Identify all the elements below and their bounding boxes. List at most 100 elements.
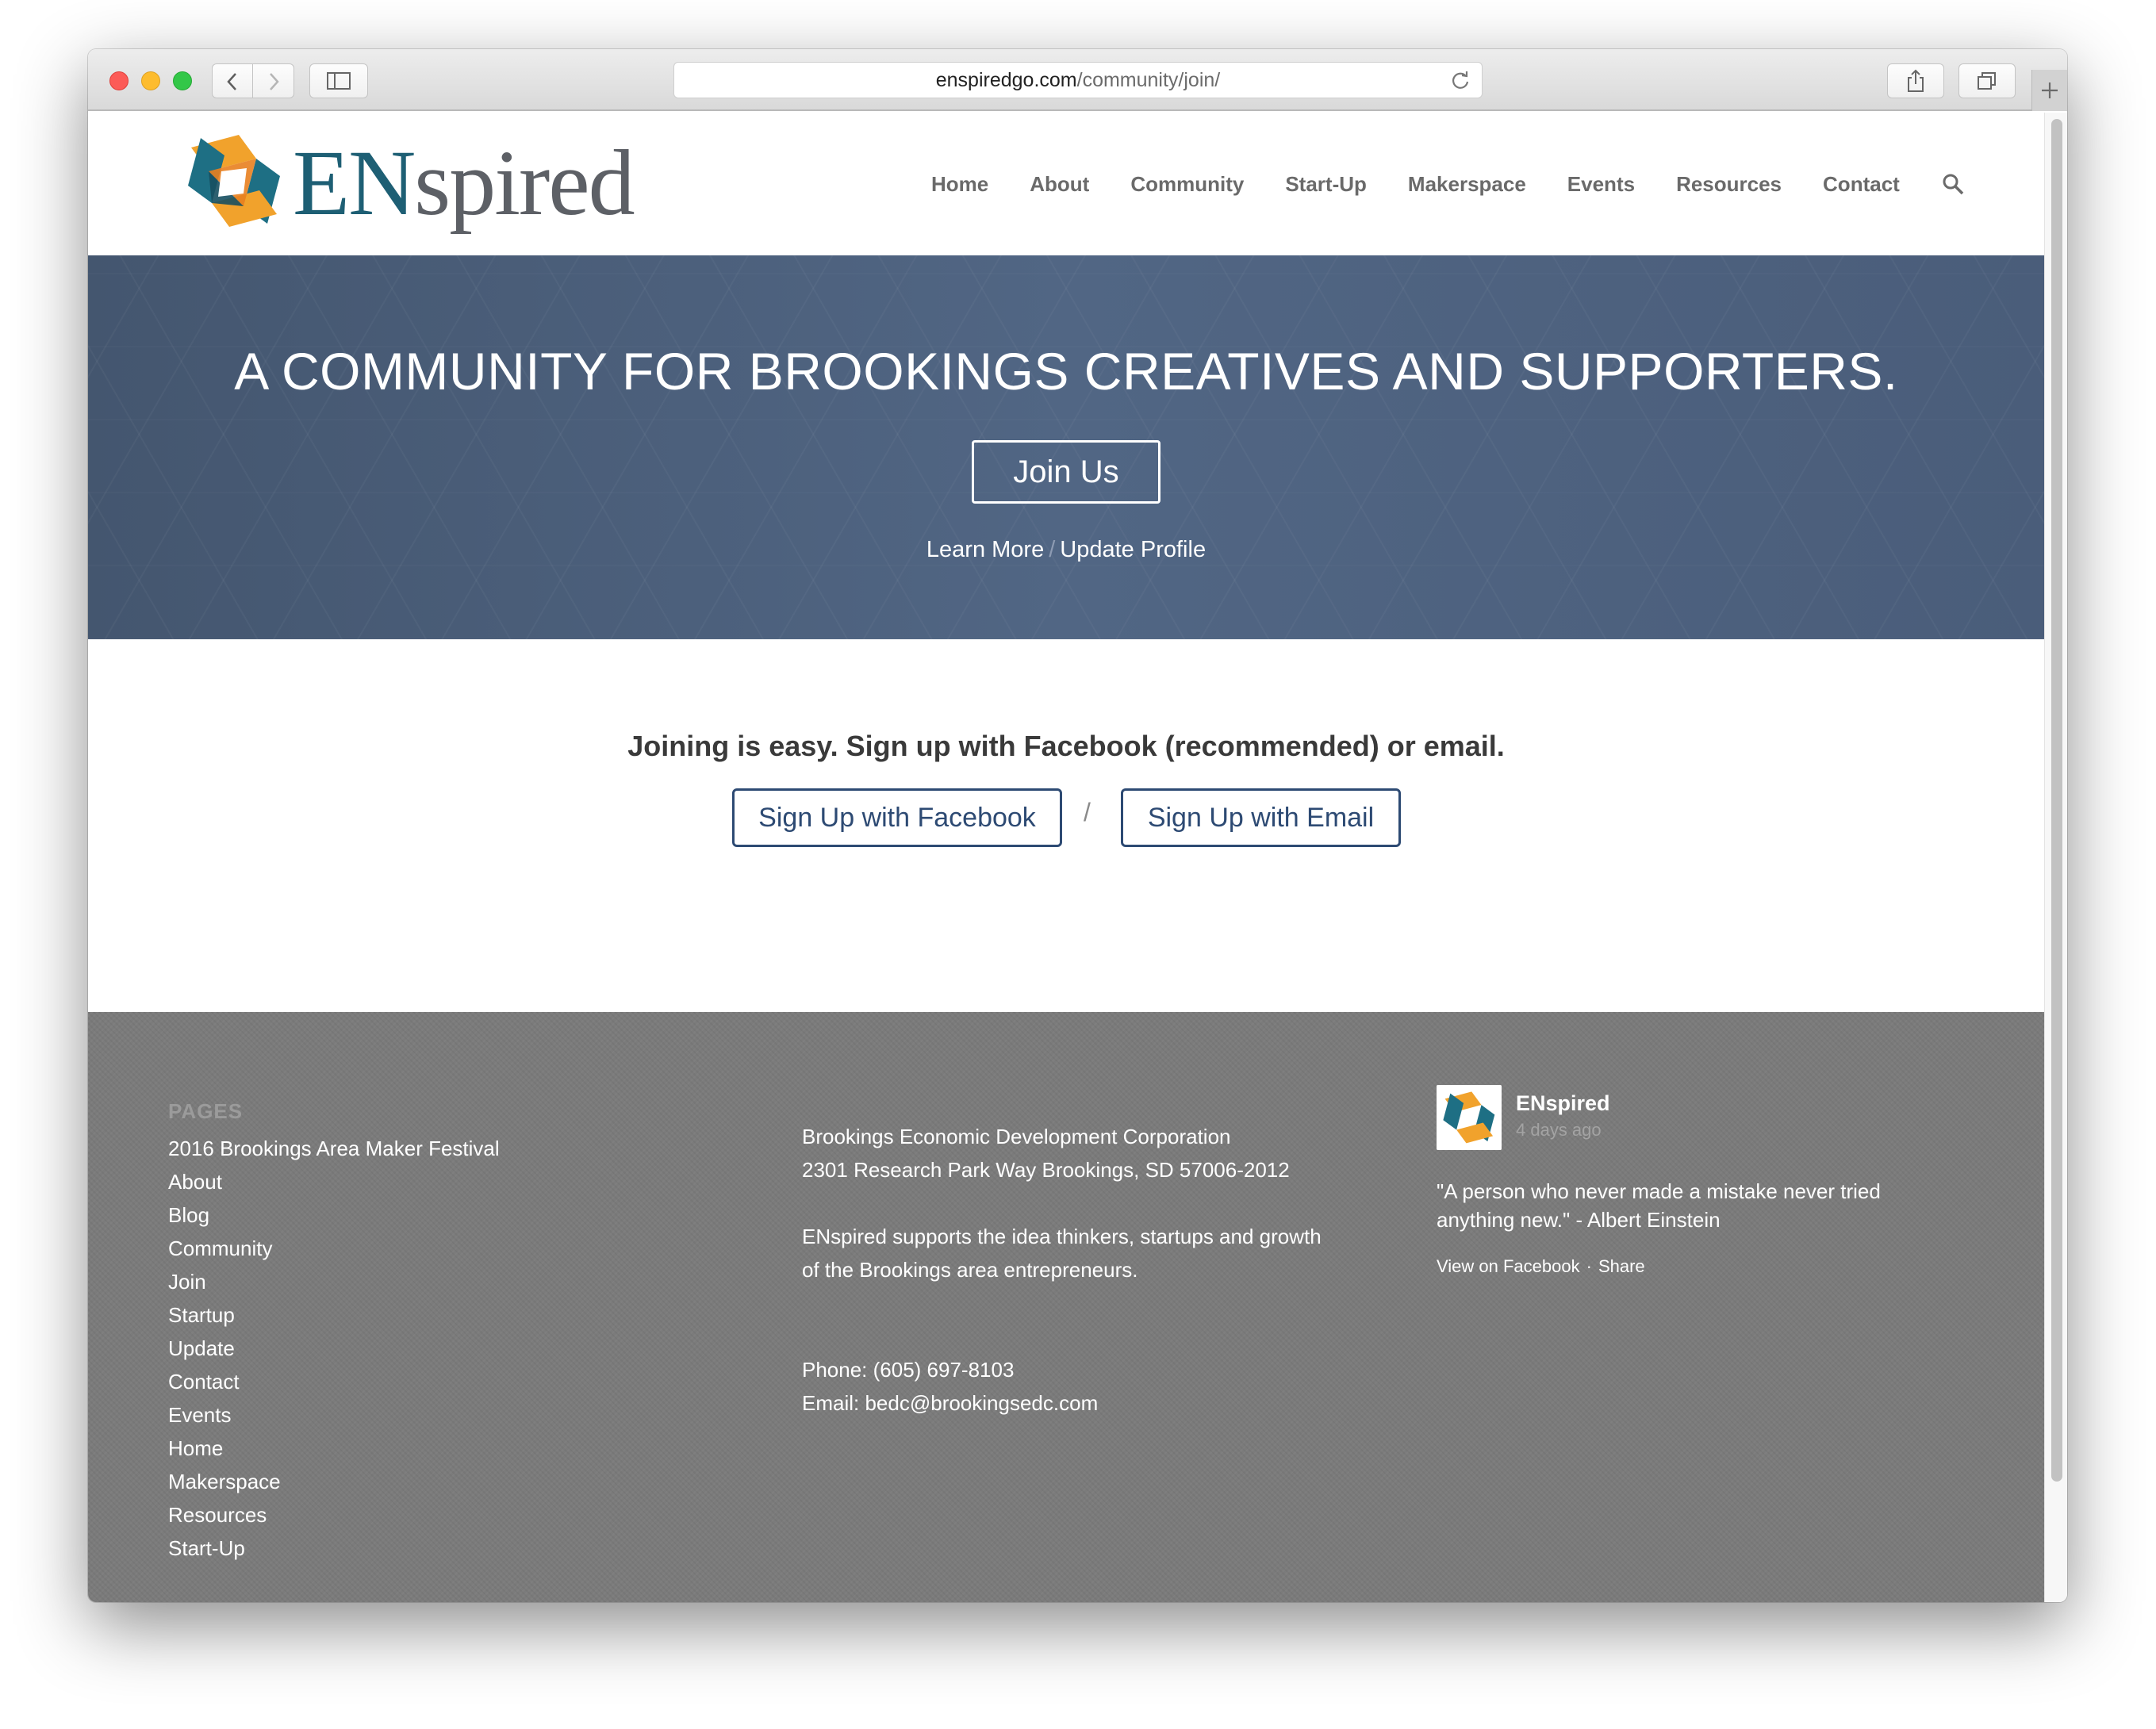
footer-page-link[interactable]: Community xyxy=(168,1236,272,1260)
main-nav: Home About Community Start-Up Makerspace… xyxy=(931,113,1965,255)
org-name: Brookings Economic Development Corporati… xyxy=(802,1125,1231,1148)
forward-button[interactable] xyxy=(253,63,294,98)
list-item: Start-Up xyxy=(168,1532,500,1565)
action-separator: · xyxy=(1586,1256,1592,1276)
list-item: About xyxy=(168,1165,500,1198)
site-footer: PAGES 2016 Brookings Area Maker Festival… xyxy=(88,1012,2044,1602)
footer-description: ENspired supports the idea thinkers, sta… xyxy=(802,1220,1322,1286)
signup-facebook-button[interactable]: Sign Up with Facebook xyxy=(732,788,1062,847)
list-item: Home xyxy=(168,1432,500,1465)
hero-banner: A COMMUNITY FOR BROOKINGS CREATIVES AND … xyxy=(88,255,2044,639)
tabs-icon xyxy=(1978,72,1996,90)
nav-item-makerspace[interactable]: Makerspace xyxy=(1408,172,1526,197)
enspired-logo-mark xyxy=(188,135,280,227)
list-item: Community xyxy=(168,1232,500,1265)
list-item: 2016 Brookings Area Maker Festival xyxy=(168,1132,500,1165)
hero-link-separator: / xyxy=(1049,537,1056,562)
sidebar-toggle-button[interactable] xyxy=(309,63,368,98)
footer-page-link[interactable]: About xyxy=(168,1170,222,1194)
footer-contact: Phone: (605) 697-8103 Email: bedc@brooki… xyxy=(802,1353,1322,1420)
url-domain: enspiredgo.com xyxy=(935,69,1077,91)
list-item: Join xyxy=(168,1265,500,1298)
tab-overview-button[interactable] xyxy=(1958,63,2016,98)
new-tab-button[interactable] xyxy=(2031,70,2067,111)
list-item: Events xyxy=(168,1398,500,1432)
nav-item-contact[interactable]: Contact xyxy=(1823,172,1900,197)
search-icon[interactable] xyxy=(1941,172,1965,196)
hero-links: Learn More / Update Profile xyxy=(88,537,2044,563)
list-item: Blog xyxy=(168,1198,500,1232)
share-link[interactable]: Share xyxy=(1598,1256,1645,1276)
signup-section: Joining is easy. Sign up with Facebook (… xyxy=(88,639,2044,964)
footer-pages-column: PAGES 2016 Brookings Area Maker Festival… xyxy=(168,1099,500,1565)
share-icon xyxy=(1908,69,1924,92)
footer-info-column: Brookings Economic Development Corporati… xyxy=(802,1120,1322,1453)
scrollbar-thumb[interactable] xyxy=(2051,119,2062,1482)
list-item: Makerspace xyxy=(168,1465,500,1498)
reload-icon[interactable] xyxy=(1448,63,1472,98)
description-line-2: of the Brookings area entrepreneurs. xyxy=(802,1258,1138,1282)
nav-item-start-up[interactable]: Start-Up xyxy=(1285,172,1367,197)
org-address: 2301 Research Park Way Brookings, SD 570… xyxy=(802,1158,1290,1182)
facebook-page-name[interactable]: ENspired xyxy=(1516,1091,1610,1116)
back-button[interactable] xyxy=(212,63,253,98)
nav-item-about[interactable]: About xyxy=(1030,172,1089,197)
browser-toolbar: enspiredgo.com/community/join/ xyxy=(88,49,2067,111)
share-button[interactable] xyxy=(1887,63,1944,98)
update-profile-link[interactable]: Update Profile xyxy=(1060,537,1206,562)
pages-heading: PAGES xyxy=(168,1099,244,1123)
facebook-post-actions: View on Facebook · Share xyxy=(1437,1256,1645,1277)
footer-page-link[interactable]: Join xyxy=(168,1270,206,1294)
phone-text: Phone: (605) 697-8103 xyxy=(802,1358,1015,1382)
footer-page-link[interactable]: Blog xyxy=(168,1203,209,1227)
join-us-button[interactable]: Join Us xyxy=(972,440,1160,504)
footer-address-block: Brookings Economic Development Corporati… xyxy=(802,1120,1322,1187)
url-path: /community/join/ xyxy=(1076,69,1221,91)
nav-item-community[interactable]: Community xyxy=(1130,172,1244,197)
footer-page-link[interactable]: Startup xyxy=(168,1303,235,1327)
browser-window: enspiredgo.com/community/join/ ENspired … xyxy=(88,49,2067,1602)
logo-spired: spired xyxy=(414,131,635,235)
nav-item-events[interactable]: Events xyxy=(1567,172,1635,197)
footer-page-link[interactable]: Resources xyxy=(168,1503,267,1527)
logo-en: EN xyxy=(293,131,416,235)
footer-page-link[interactable]: Contact xyxy=(168,1370,240,1394)
chevron-left-icon xyxy=(227,73,236,90)
pages-list: 2016 Brookings Area Maker Festival About… xyxy=(168,1132,500,1565)
learn-more-link[interactable]: Learn More xyxy=(926,537,1044,562)
hero-title: A COMMUNITY FOR BROOKINGS CREATIVES AND … xyxy=(234,342,1898,401)
plus-icon xyxy=(2042,82,2058,98)
chevron-right-icon xyxy=(269,73,279,90)
footer-page-link[interactable]: Start-Up xyxy=(168,1536,245,1560)
site-header: ENspired Home About Community Start-Up M… xyxy=(88,113,2044,255)
footer-page-link[interactable]: Home xyxy=(168,1436,223,1460)
footer-page-link[interactable]: Makerspace xyxy=(168,1470,281,1493)
enspired-avatar[interactable] xyxy=(1437,1085,1502,1150)
footer-page-link[interactable]: Update xyxy=(168,1336,235,1360)
signup-separator: / xyxy=(1084,798,1091,826)
site-logo[interactable]: ENspired xyxy=(183,130,643,233)
signup-email-button[interactable]: Sign Up with Email xyxy=(1121,788,1401,847)
address-bar[interactable]: enspiredgo.com/community/join/ xyxy=(673,62,1483,98)
facebook-post-time: 4 days ago xyxy=(1516,1120,1602,1140)
sidebar-icon xyxy=(327,72,351,90)
footer-page-link[interactable]: Events xyxy=(168,1403,232,1427)
footer-page-link[interactable]: 2016 Brookings Area Maker Festival xyxy=(168,1137,500,1160)
maximize-window-button[interactable] xyxy=(173,71,192,90)
signup-intro-text: Joining is easy. Sign up with Facebook (… xyxy=(627,730,1505,762)
minimize-window-button[interactable] xyxy=(141,71,160,90)
page-scrollbar[interactable] xyxy=(2044,113,2067,1602)
description-line-1: ENspired supports the idea thinkers, sta… xyxy=(802,1225,1322,1248)
nav-item-home[interactable]: Home xyxy=(931,172,988,197)
list-item: Contact xyxy=(168,1365,500,1398)
close-window-button[interactable] xyxy=(109,71,129,90)
list-item: Resources xyxy=(168,1498,500,1532)
email-text[interactable]: Email: bedc@brookingsedc.com xyxy=(802,1391,1098,1415)
facebook-post-text: "A person who never made a mistake never… xyxy=(1437,1179,1881,1232)
view-on-facebook-link[interactable]: View on Facebook xyxy=(1437,1256,1580,1276)
page-viewport: ENspired Home About Community Start-Up M… xyxy=(88,113,2044,1602)
list-item: Startup xyxy=(168,1298,500,1332)
logo-wordmark: ENspired xyxy=(293,136,635,230)
list-item: Update xyxy=(168,1332,500,1365)
nav-item-resources[interactable]: Resources xyxy=(1676,172,1782,197)
